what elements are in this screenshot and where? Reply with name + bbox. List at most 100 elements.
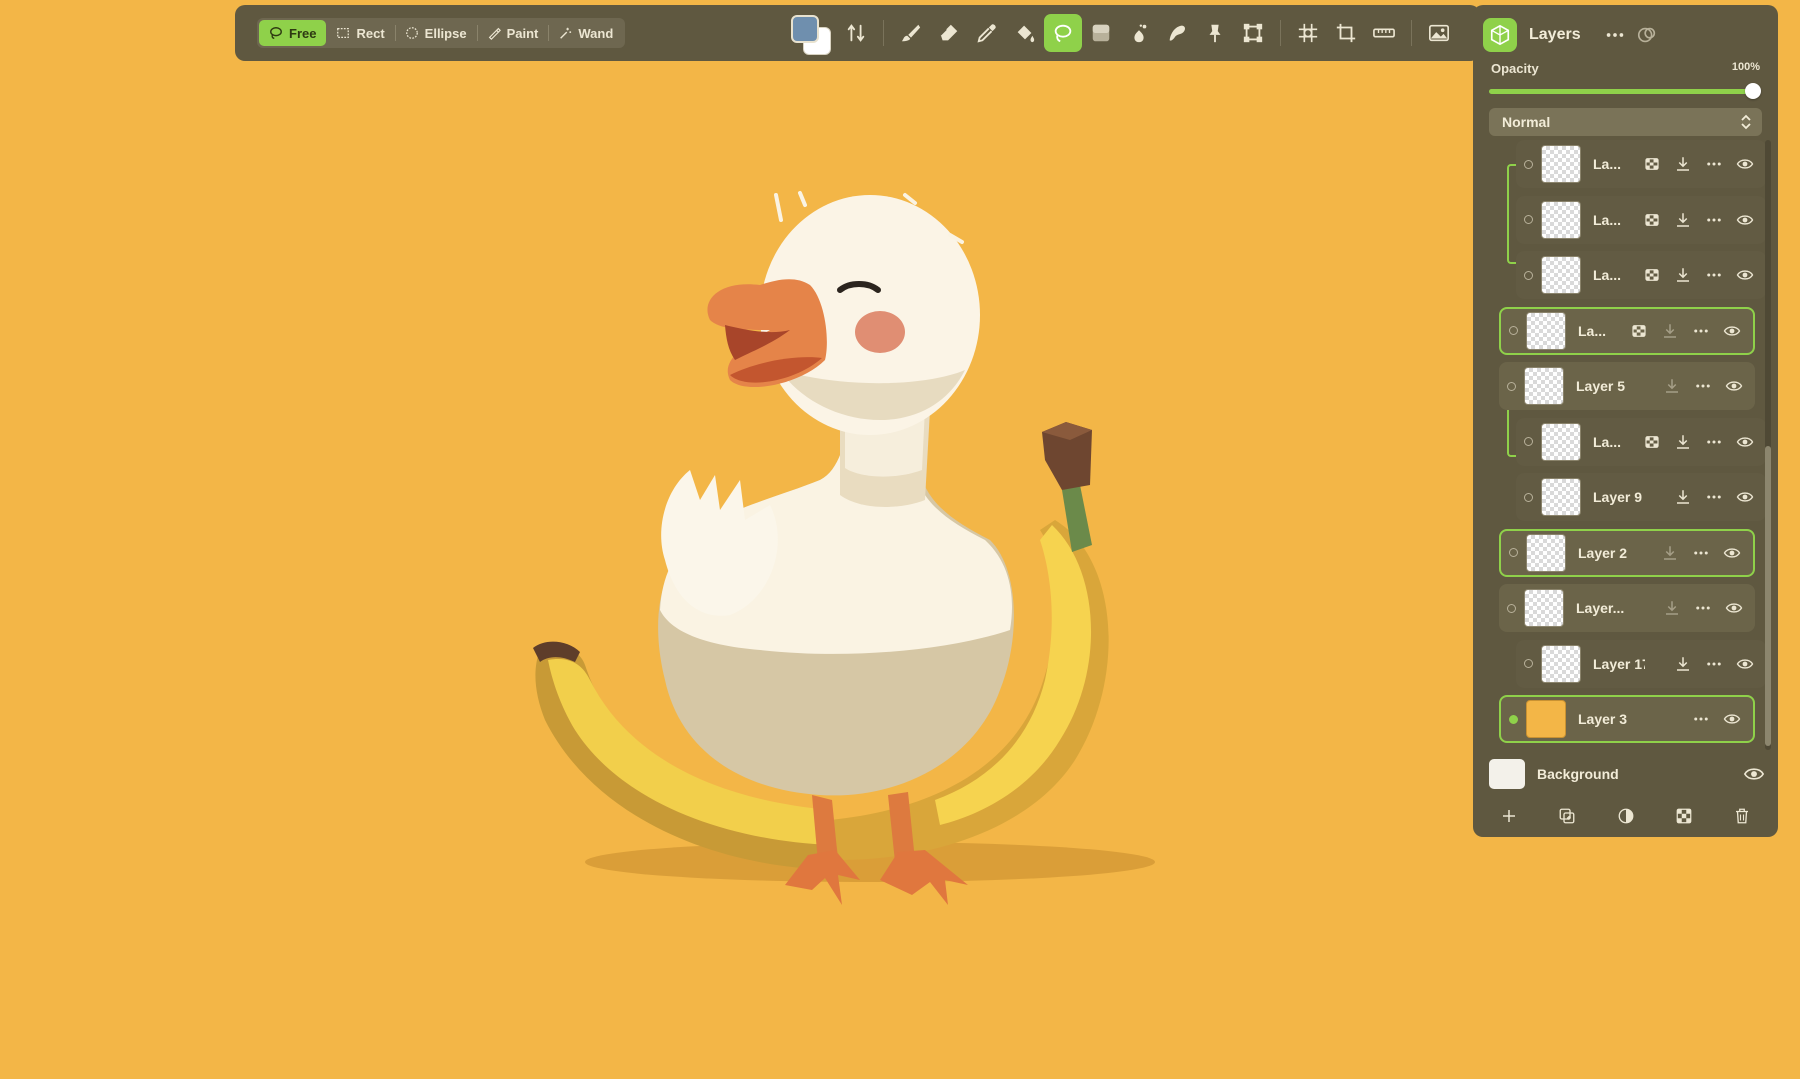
selection-mode-ellipse[interactable]: Ellipse — [394, 20, 477, 46]
layer-more-button[interactable] — [1698, 263, 1729, 287]
layer-more-button[interactable] — [1698, 652, 1729, 676]
layer-mask-button[interactable] — [1636, 430, 1667, 454]
transform-tool[interactable] — [1234, 14, 1272, 52]
delete-layer-button[interactable] — [1728, 802, 1756, 830]
layer-row[interactable]: La... — [1499, 306, 1755, 355]
layer-visibility-toggle[interactable] — [1716, 707, 1747, 731]
layer-select-radio[interactable] — [1524, 492, 1533, 502]
layer-more-button[interactable] — [1685, 319, 1716, 343]
layer-row[interactable]: Layer 17 — [1516, 639, 1766, 688]
overlap-circles-icon — [1637, 27, 1655, 43]
merge-down-button[interactable] — [1667, 485, 1698, 509]
merge-down-button[interactable] — [1667, 263, 1698, 287]
layer-row[interactable]: La... — [1516, 417, 1766, 466]
layer-mask-button[interactable] — [1623, 319, 1654, 343]
layer-visibility-toggle[interactable] — [1716, 319, 1747, 343]
layer-select-radio[interactable] — [1524, 659, 1533, 668]
background-layer-row[interactable]: Background — [1485, 754, 1770, 794]
layer-mask-button[interactable] — [1636, 263, 1667, 287]
layers-scrollbar[interactable] — [1765, 140, 1771, 750]
merge-down-button[interactable] — [1654, 319, 1685, 343]
crop-tool[interactable] — [1327, 14, 1365, 52]
merge-down-button[interactable] — [1654, 541, 1685, 565]
layer-visibility-toggle[interactable] — [1718, 374, 1749, 398]
layers-more-button[interactable] — [1603, 23, 1627, 47]
layer-select-radio[interactable] — [1509, 548, 1518, 557]
eyedropper-tool[interactable] — [968, 14, 1006, 52]
layer-select-radio[interactable] — [1507, 603, 1516, 613]
layer-row[interactable]: Layer 2 — [1499, 528, 1755, 577]
blend-mode-select[interactable]: Normal — [1489, 108, 1762, 136]
selection-mode-wand[interactable]: Wand — [548, 20, 623, 46]
merge-down-button[interactable] — [1667, 430, 1698, 454]
layer-mask-button[interactable] — [1636, 208, 1667, 232]
layers-logo[interactable] — [1483, 18, 1517, 52]
shape-tool[interactable] — [1082, 14, 1120, 52]
brush-tool[interactable] — [892, 14, 930, 52]
duplicate-layer-button[interactable] — [1553, 802, 1581, 830]
adjustment-layer-button[interactable] — [1612, 802, 1640, 830]
selection-mode-paint[interactable]: Paint — [476, 20, 549, 46]
pin-tool[interactable] — [1196, 14, 1234, 52]
layer-more-button[interactable] — [1698, 430, 1729, 454]
layer-visibility-toggle[interactable] — [1729, 652, 1760, 676]
blur-tool[interactable] — [1158, 14, 1196, 52]
opacity-slider-handle[interactable] — [1745, 83, 1761, 99]
layer-visibility-toggle[interactable] — [1729, 485, 1760, 509]
lasso-tool[interactable] — [1044, 14, 1082, 52]
layer-more-button[interactable] — [1698, 152, 1729, 176]
color-swatch[interactable] — [789, 9, 833, 57]
layer-row[interactable]: Layer... — [1499, 584, 1755, 632]
swap-tool[interactable] — [837, 14, 875, 52]
layers-scrollbar-thumb[interactable] — [1765, 446, 1771, 746]
eraser-tool[interactable] — [930, 14, 968, 52]
layer-select-radio[interactable] — [1509, 326, 1518, 335]
brush-icon — [901, 24, 921, 42]
layer-select-radio[interactable] — [1524, 270, 1533, 280]
layer-select-radio[interactable] — [1509, 714, 1518, 724]
layer-visibility-toggle[interactable] — [1716, 541, 1747, 565]
layer-row[interactable]: La... — [1516, 251, 1766, 299]
layer-select-radio[interactable] — [1524, 215, 1533, 224]
layer-more-button[interactable] — [1687, 596, 1718, 620]
layer-row[interactable]: Layer 3 — [1499, 695, 1755, 743]
merge-down-button[interactable] — [1667, 208, 1698, 232]
layer-visibility-toggle[interactable] — [1729, 152, 1760, 176]
image-tool[interactable] — [1420, 14, 1458, 52]
foreground-color-swatch[interactable] — [791, 15, 819, 43]
selection-mode-free[interactable]: Free — [259, 20, 327, 46]
layer-actions — [1636, 152, 1760, 176]
layer-select-radio[interactable] — [1507, 381, 1516, 391]
merge-down-button[interactable] — [1656, 374, 1687, 398]
layer-actions — [1685, 707, 1747, 731]
layer-more-button[interactable] — [1687, 374, 1718, 398]
layers-overlay-button[interactable] — [1635, 23, 1659, 47]
layer-visibility-toggle[interactable] — [1729, 263, 1760, 287]
add-layer-button[interactable] — [1495, 802, 1523, 830]
layer-more-button[interactable] — [1685, 707, 1716, 731]
ruler-tool[interactable] — [1365, 14, 1403, 52]
layer-select-radio[interactable] — [1524, 159, 1533, 169]
layer-more-button[interactable] — [1698, 208, 1729, 232]
layer-visibility-toggle[interactable] — [1729, 430, 1760, 454]
merge-down-button[interactable] — [1667, 152, 1698, 176]
layer-more-button[interactable] — [1685, 541, 1716, 565]
layer-row[interactable]: Layer 5 — [1499, 362, 1755, 410]
layer-mask-button[interactable] — [1636, 152, 1667, 176]
fill-tool[interactable] — [1006, 14, 1044, 52]
background-visibility-toggle[interactable] — [1742, 762, 1766, 786]
layer-visibility-toggle[interactable] — [1718, 596, 1749, 620]
add-mask-button[interactable] — [1670, 802, 1698, 830]
layer-visibility-toggle[interactable] — [1729, 208, 1760, 232]
merge-down-button[interactable] — [1656, 596, 1687, 620]
layer-more-button[interactable] — [1698, 485, 1729, 509]
layer-row[interactable]: Layer 9 — [1516, 473, 1766, 521]
layer-row[interactable]: La... — [1516, 195, 1766, 244]
merge-down-button[interactable] — [1667, 652, 1698, 676]
layer-row[interactable]: La... — [1516, 140, 1766, 188]
grid-tool[interactable] — [1289, 14, 1327, 52]
smudge-tool[interactable] — [1120, 14, 1158, 52]
selection-mode-rect[interactable]: Rect — [326, 20, 394, 46]
opacity-slider[interactable] — [1489, 83, 1761, 99]
layer-select-radio[interactable] — [1524, 437, 1533, 446]
